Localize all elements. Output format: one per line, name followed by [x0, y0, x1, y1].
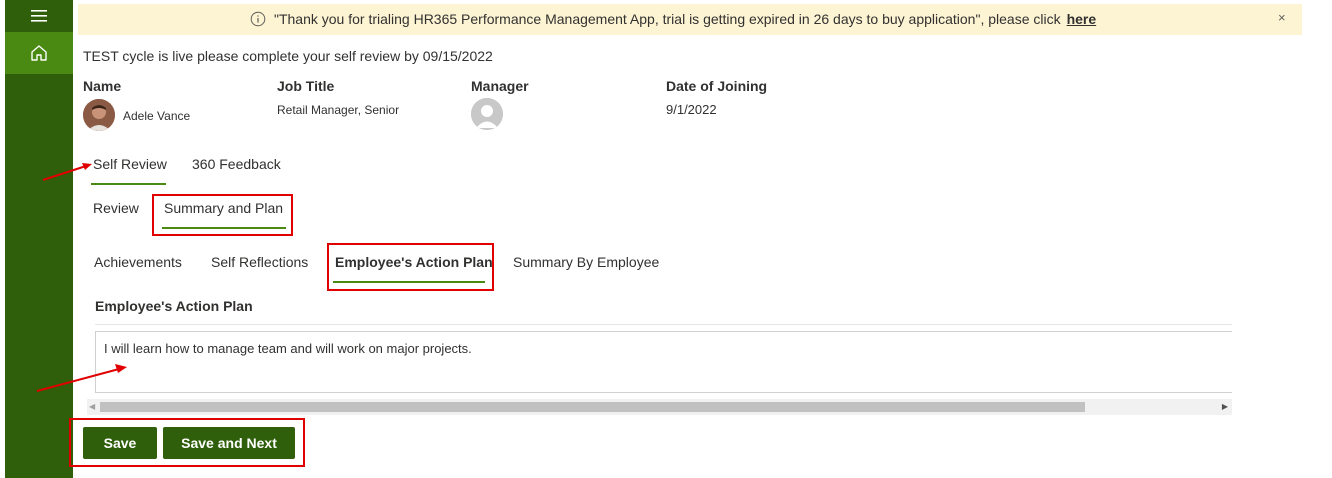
- scroll-left-icon[interactable]: ◀: [89, 402, 95, 411]
- home-icon[interactable]: [5, 32, 73, 74]
- hamburger-icon[interactable]: [5, 0, 73, 32]
- tab-summary-by-employee[interactable]: Summary By Employee: [513, 254, 659, 270]
- doj-value: 9/1/2022: [666, 102, 717, 117]
- info-icon: [250, 11, 266, 27]
- tab-self-review[interactable]: Self Review: [93, 156, 167, 172]
- manager-avatar: [471, 98, 503, 130]
- tab-360-feedback[interactable]: 360 Feedback: [192, 156, 281, 172]
- doj-label: Date of Joining: [666, 78, 768, 94]
- scrollbar-thumb[interactable]: [100, 402, 1085, 412]
- highlight-box-summary: [152, 194, 293, 236]
- close-icon[interactable]: ×: [1278, 10, 1286, 25]
- section-divider: [95, 324, 1232, 325]
- tab-self-reflections[interactable]: Self Reflections: [211, 254, 308, 270]
- section-title: Employee's Action Plan: [95, 298, 253, 314]
- name-label: Name: [83, 78, 122, 94]
- horizontal-scrollbar[interactable]: ◀ ▶: [87, 399, 1232, 415]
- save-and-next-button[interactable]: Save and Next: [163, 427, 295, 459]
- tab-achievements[interactable]: Achievements: [94, 254, 182, 270]
- employee-avatar: [83, 99, 115, 131]
- highlight-box-action-plan: [327, 243, 494, 291]
- banner-message: "Thank you for trialing HR365 Performanc…: [274, 11, 1097, 27]
- tab-review[interactable]: Review: [93, 200, 139, 216]
- buy-link[interactable]: here: [1067, 11, 1097, 27]
- job-title-value: Retail Manager, Senior: [277, 103, 400, 117]
- trial-banner: "Thank you for trialing HR365 Performanc…: [78, 4, 1302, 35]
- review-cycle-notice: TEST cycle is live please complete your …: [83, 48, 493, 64]
- employee-name: Adele Vance: [123, 109, 191, 123]
- action-plan-textarea[interactable]: I will learn how to manage team and will…: [95, 331, 1232, 393]
- annotation-arrow-icon: [36, 364, 127, 392]
- job-title-label: Job Title: [277, 78, 335, 94]
- annotation-arrow-icon: [42, 163, 92, 181]
- left-nav-sidebar: [5, 0, 73, 478]
- scroll-right-icon[interactable]: ▶: [1222, 402, 1228, 411]
- manager-label: Manager: [471, 78, 529, 94]
- tab-self-review-indicator: [91, 183, 166, 185]
- save-button[interactable]: Save: [83, 427, 157, 459]
